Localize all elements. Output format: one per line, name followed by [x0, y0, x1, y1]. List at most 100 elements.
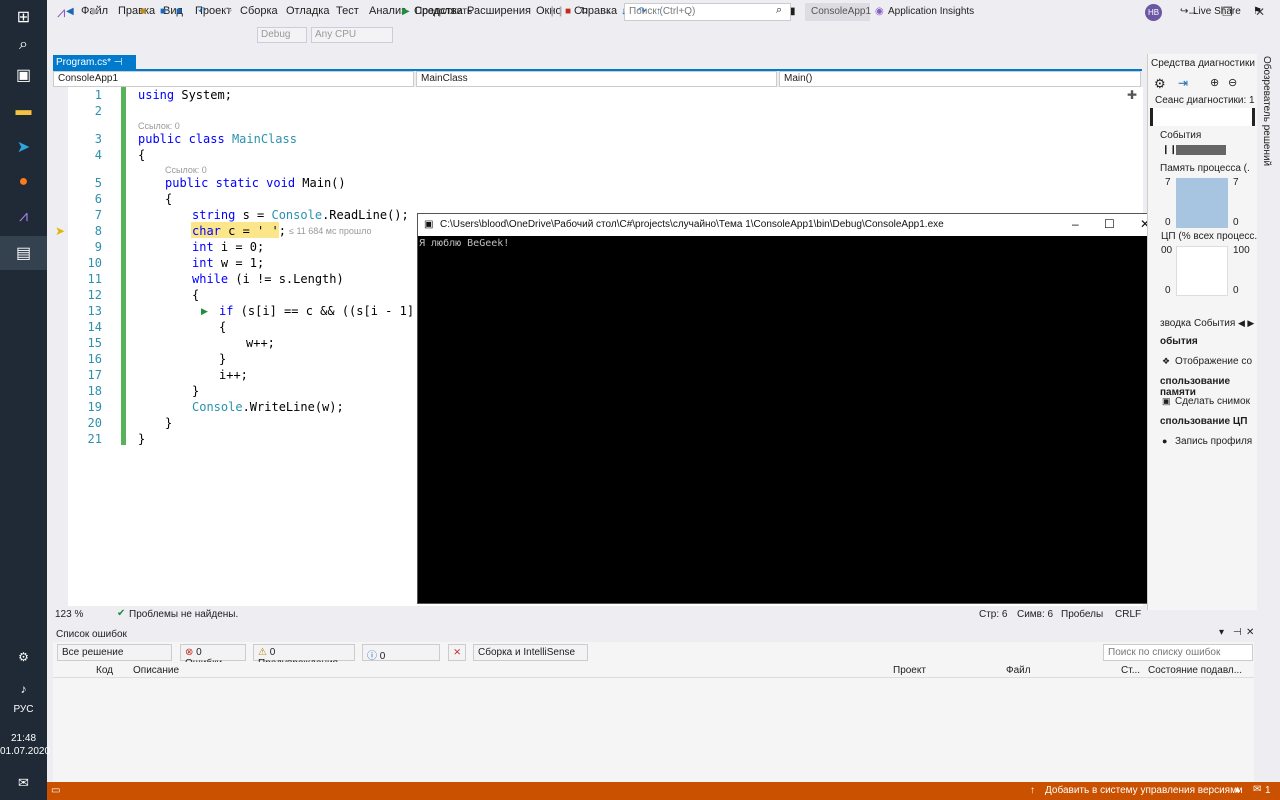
- take-snapshot-button[interactable]: Сделать снимок: [1175, 396, 1250, 407]
- whitespace-mode[interactable]: Пробелы: [1061, 609, 1103, 620]
- filter-icon[interactable]: ⨯: [448, 644, 466, 661]
- code-line[interactable]: using System;: [138, 88, 232, 102]
- panel-menu-icon[interactable]: ▾: [1219, 627, 1224, 638]
- warnings-filter-button[interactable]: ⚠ 0 Предупреждения: [253, 644, 355, 669]
- indicator-margin[interactable]: [53, 87, 68, 606]
- step-into-icon[interactable]: ↓: [621, 3, 626, 20]
- run-to-click-icon[interactable]: ▶: [201, 306, 208, 317]
- code-line-current[interactable]: char c = ' ';: [192, 224, 286, 238]
- record-profile-button[interactable]: Запись профиля: [1175, 436, 1252, 447]
- error-search-input[interactable]: Поиск по списку ошибок: [1103, 644, 1253, 661]
- nav-class-dropdown[interactable]: MainClass: [416, 71, 777, 87]
- codelens-references[interactable]: Ссылок: 0: [138, 121, 180, 131]
- code-line[interactable]: {: [138, 148, 145, 162]
- notifications-icon[interactable]: ✉: [1253, 784, 1261, 795]
- issues-status[interactable]: Проблемы не найдены.: [129, 609, 238, 620]
- messages-filter-button[interactable]: ⓘ 0 Сообщения: [362, 644, 440, 673]
- code-line[interactable]: }: [192, 384, 199, 398]
- tab-overview[interactable]: зводка: [1160, 318, 1191, 329]
- cpu-header[interactable]: ЦП (% всех процесс...: [1161, 231, 1257, 242]
- code-line[interactable]: w++;: [246, 336, 275, 350]
- col-project[interactable]: Проект: [893, 665, 926, 676]
- volume-icon[interactable]: ♪: [0, 672, 47, 706]
- notifications-icon[interactable]: ✉: [0, 766, 47, 800]
- app-insights-button[interactable]: Application Insights: [888, 3, 974, 20]
- task-view-icon[interactable]: ▣: [0, 58, 47, 92]
- zoom-out-icon[interactable]: ⊖: [1228, 76, 1237, 89]
- tab-events[interactable]: События: [1194, 318, 1235, 329]
- platform-dropdown[interactable]: Any CPU: [311, 27, 393, 43]
- code-line[interactable]: }: [165, 416, 172, 430]
- events-header[interactable]: События: [1160, 130, 1201, 141]
- col-description[interactable]: Описание: [133, 665, 179, 676]
- menu-test[interactable]: Тест: [336, 5, 359, 17]
- redo-icon[interactable]: ↷: [224, 3, 232, 20]
- pin-icon[interactable]: ⊣: [1233, 627, 1242, 638]
- step-out-icon[interactable]: ↑: [656, 3, 661, 20]
- save-all-icon[interactable]: ■: [176, 3, 182, 20]
- console-minimize-icon[interactable]: –: [1072, 217, 1079, 231]
- code-line[interactable]: }: [138, 432, 145, 446]
- config-dropdown[interactable]: Debug: [257, 27, 307, 43]
- scope-dropdown[interactable]: Все решение: [57, 644, 172, 661]
- show-events-button[interactable]: Отображение со: [1175, 356, 1255, 367]
- panel-close-icon[interactable]: ✕: [1246, 627, 1254, 638]
- clock-date[interactable]: 01.07.2020: [0, 746, 50, 757]
- zoom-level[interactable]: 123 %: [55, 609, 83, 620]
- code-line[interactable]: public class MainClass: [138, 132, 297, 146]
- continue-icon[interactable]: ▶: [402, 3, 410, 20]
- avatar[interactable]: НВ: [1145, 4, 1162, 21]
- live-share-icon[interactable]: ↪: [1180, 3, 1188, 20]
- menu-analyze[interactable]: Анализ: [369, 5, 406, 17]
- nav-member-dropdown[interactable]: Main(): [779, 71, 1141, 87]
- console-maximize-icon[interactable]: ☐: [1104, 217, 1115, 231]
- col-file[interactable]: Файл: [1006, 665, 1031, 676]
- input-language[interactable]: РУС: [0, 704, 47, 715]
- feedback-icon[interactable]: ⚑: [1253, 3, 1262, 20]
- code-line[interactable]: if (s[i] == c && ((s[i - 1] !=: [219, 304, 436, 318]
- diag-title[interactable]: Средства диагностики: [1151, 58, 1255, 69]
- open-file-icon[interactable]: ■: [140, 3, 146, 20]
- code-line[interactable]: i++;: [219, 368, 248, 382]
- timeline-ruler[interactable]: [1150, 108, 1255, 126]
- save-icon[interactable]: ■: [160, 3, 166, 20]
- code-line[interactable]: int w = 1;: [192, 256, 264, 270]
- undo-icon[interactable]: ↶: [198, 3, 206, 20]
- memory-header[interactable]: Память процесса (...: [1160, 163, 1250, 174]
- menu-debug[interactable]: Отладка: [286, 5, 329, 17]
- menu-extensions[interactable]: Расширения: [467, 5, 531, 17]
- app-insights-icon[interactable]: ◉: [875, 3, 884, 20]
- select-tools-icon[interactable]: ⇥: [1178, 76, 1188, 90]
- code-line[interactable]: while (i != s.Length): [192, 272, 344, 286]
- code-line[interactable]: Console.WriteLine(w);: [192, 400, 344, 414]
- col-line[interactable]: Ст...: [1121, 665, 1140, 676]
- step-over-icon[interactable]: ↷: [638, 3, 646, 20]
- code-line[interactable]: public static void Main(): [165, 176, 346, 190]
- console-window[interactable]: [417, 213, 1163, 604]
- source-control-button[interactable]: Добавить в систему управления версиями: [1045, 785, 1243, 796]
- code-line[interactable]: int i = 0;: [192, 240, 264, 254]
- build-filter-dropdown[interactable]: Сборка и IntelliSense: [473, 644, 588, 661]
- code-line[interactable]: {: [219, 320, 226, 334]
- stop-icon[interactable]: ■: [565, 3, 571, 20]
- split-editor-icon[interactable]: ✚: [1127, 88, 1137, 102]
- errors-filter-button[interactable]: ⊗ 0 Ошибки: [180, 644, 246, 669]
- tab-scroll-icon[interactable]: ◀ ▶: [1238, 318, 1254, 329]
- live-share-button[interactable]: Live Share: [1193, 3, 1241, 20]
- nav-project-dropdown[interactable]: ConsoleApp1: [53, 71, 414, 87]
- pause-icon[interactable]: ❙❙: [1162, 144, 1177, 155]
- col-code[interactable]: Код: [96, 665, 113, 676]
- firefox-icon[interactable]: ●: [0, 165, 47, 199]
- back-icon[interactable]: ◀: [66, 3, 74, 20]
- menu-build[interactable]: Сборка: [240, 5, 278, 17]
- code-line[interactable]: {: [192, 288, 199, 302]
- telegram-icon[interactable]: ➤: [0, 130, 47, 164]
- console-app-icon[interactable]: ▤: [0, 236, 47, 270]
- tab-program-cs[interactable]: Program.cs* ⊣ ✕: [53, 55, 136, 79]
- code-line[interactable]: string s = Console.ReadLine();: [192, 208, 409, 222]
- settings-icon[interactable]: ⚙: [1154, 76, 1166, 92]
- code-line[interactable]: }: [219, 352, 226, 366]
- continue-button[interactable]: Продолжить: [415, 3, 472, 20]
- bookmark-icon[interactable]: ▮: [790, 3, 796, 20]
- search-icon[interactable]: ⌕: [0, 28, 47, 62]
